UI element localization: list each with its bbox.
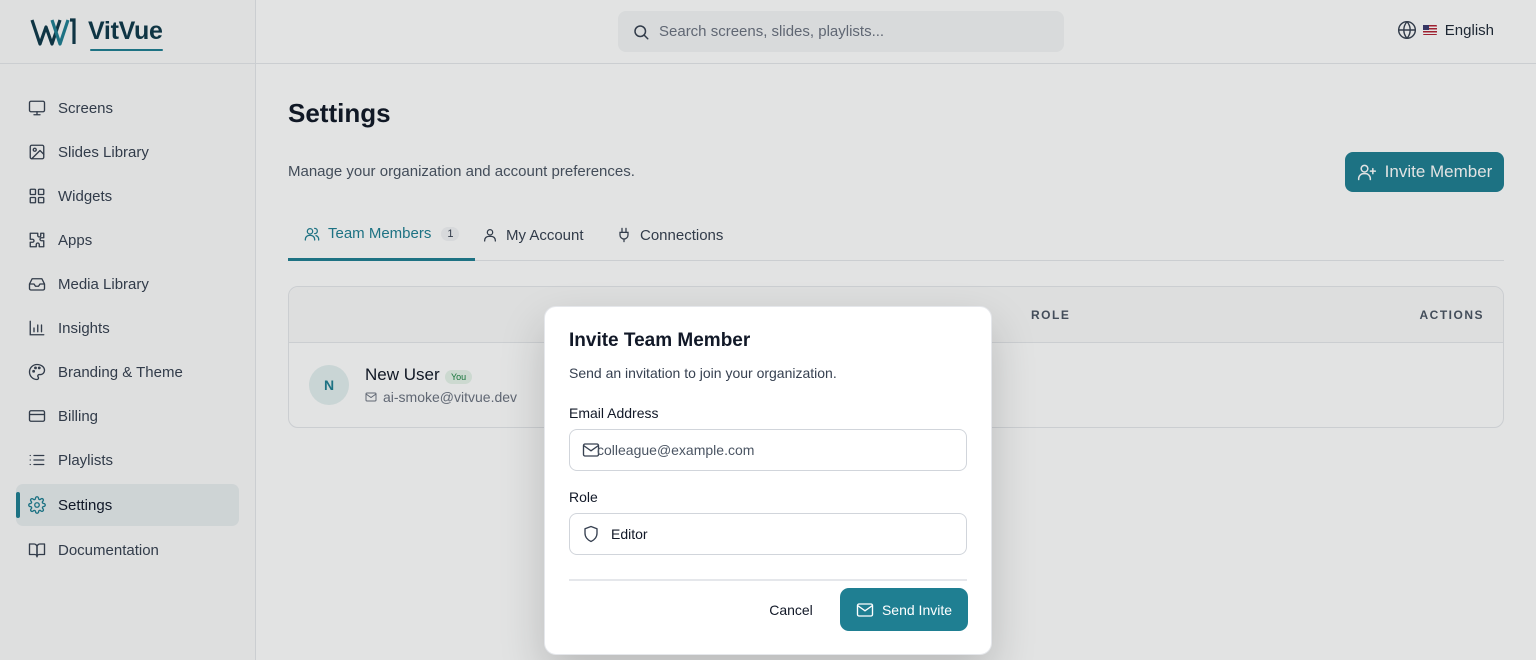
invite-team-member-dialog: Invite Team Member Send an invitation to…	[544, 306, 992, 655]
email-label: Email Address	[569, 405, 659, 421]
send-invite-label: Send Invite	[881, 601, 953, 618]
role-value: Editor	[611, 526, 648, 542]
dialog-title: Invite Team Member	[569, 330, 751, 351]
dialog-divider	[569, 579, 967, 581]
dialog-description: Send an invitation to join your organiza…	[569, 365, 837, 381]
cancel-button[interactable]: Cancel	[748, 589, 834, 631]
mail-icon	[856, 601, 874, 619]
email-placeholder: colleague@example.com	[597, 442, 755, 458]
send-invite-button[interactable]: Send Invite	[840, 588, 968, 631]
role-select[interactable]: Editor	[569, 513, 967, 555]
role-label: Role	[569, 489, 598, 505]
email-field[interactable]: colleague@example.com	[569, 429, 967, 471]
shield-icon	[582, 525, 600, 543]
